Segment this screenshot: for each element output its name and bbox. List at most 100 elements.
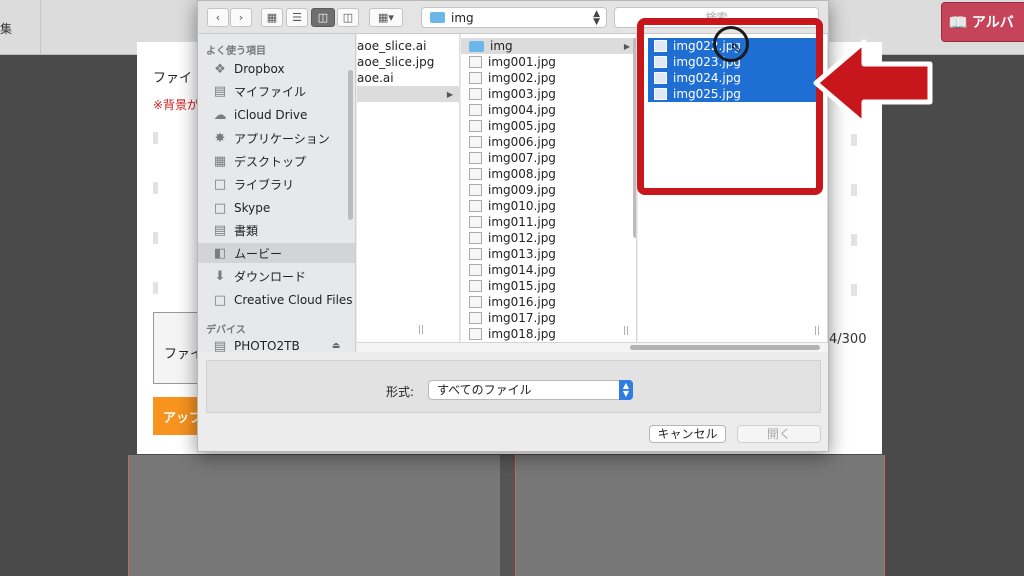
sidebar-item-dropbox[interactable]: ❖ Dropbox [212, 59, 285, 79]
coverflow-view-button[interactable]: ◫ [337, 8, 359, 27]
columns-icon: ◫ [317, 11, 329, 24]
image-file-icon [469, 216, 482, 228]
path-select[interactable]: img ▲ ▼ [421, 7, 607, 28]
file-row[interactable]: img011.jpg [461, 214, 636, 230]
folder-icon: □ [213, 200, 227, 216]
file-name: img016.jpg [488, 295, 556, 309]
frame-dash [851, 284, 857, 296]
path-label: img [451, 10, 474, 25]
sidebar-scrollbar[interactable] [348, 70, 353, 220]
sidebar-item-photo2tb[interactable]: ▤ PHOTO2TB ⏏ [212, 336, 341, 353]
image-file-icon [469, 200, 482, 212]
file-name: aoe_slice.jpg [357, 55, 435, 69]
sidebar-item-skype[interactable]: □ Skype [212, 198, 270, 218]
file-row[interactable]: img009.jpg [461, 182, 636, 198]
image-file-icon [469, 184, 482, 196]
chevron-right-icon: ▶ [623, 41, 630, 51]
image-file-icon [469, 168, 482, 180]
modal-warning: ※背景が [153, 98, 200, 112]
sidebar-item-label: ダウンロード [234, 269, 307, 284]
file-row[interactable]: img004.jpg [461, 102, 636, 118]
folder-row-img[interactable]: img ▶ [461, 38, 636, 54]
image-file-icon [469, 72, 482, 84]
sidebar-item-desktop[interactable]: ▦ デスクトップ [212, 151, 306, 171]
file-name: img003.jpg [488, 87, 556, 101]
favorites-header: よく使う項目 [206, 46, 266, 57]
updown-icon: ▲ ▼ [619, 380, 633, 400]
file-row[interactable]: img012.jpg [461, 230, 636, 246]
file-row[interactable]: img008.jpg [461, 166, 636, 182]
back-button[interactable]: ‹ [207, 8, 229, 27]
red-arrow-icon [813, 39, 933, 127]
drive-icon: ▤ [213, 338, 227, 353]
header-corner-text: 集 [0, 22, 13, 36]
file-row[interactable]: img001.jpg [461, 54, 636, 70]
sidebar-item-label: Skype [234, 201, 271, 215]
chevron-left-icon: ‹ [215, 11, 221, 24]
movies-icon: ◧ [213, 245, 227, 261]
sidebar-item-label: Dropbox [234, 62, 285, 76]
image-file-icon [469, 56, 482, 68]
file-row[interactable]: img003.jpg [461, 86, 636, 102]
list-item[interactable]: aoe_slice.jpg [357, 54, 459, 70]
file-row[interactable]: img007.jpg [461, 150, 636, 166]
applications-icon: ✸ [214, 130, 226, 146]
list-item-selected-folder[interactable]: ▶ [357, 86, 459, 102]
cancel-button[interactable]: キャンセル [649, 425, 726, 443]
file-row[interactable]: img016.jpg [461, 294, 636, 310]
forward-button[interactable]: › [230, 8, 252, 27]
file-row[interactable]: img005.jpg [461, 118, 636, 134]
column-view-button[interactable]: ◫ [311, 8, 335, 27]
file-name: img014.jpg [488, 263, 556, 277]
folder-icon: □ [213, 292, 227, 308]
image-file-icon [469, 136, 482, 148]
file-row[interactable]: img002.jpg [461, 70, 636, 86]
sidebar-item-downloads[interactable]: ⬇ ダウンロード [212, 266, 306, 286]
sidebar-item-documents[interactable]: ▤ 書類 [212, 220, 258, 240]
list-item[interactable]: aoe_slice.ai [357, 38, 459, 54]
sidebar-item-creative-cloud[interactable]: □ Creative Cloud Files [212, 290, 353, 310]
file-name: img012.jpg [488, 231, 556, 245]
file-name: aoe.ai [357, 71, 394, 85]
format-select[interactable]: すべてのファイル ▲ ▼ [428, 380, 633, 400]
book-icon: 📖 [948, 12, 968, 32]
sidebar-item-icloud[interactable]: ☁ iCloud Drive [212, 105, 308, 125]
list-item[interactable]: aoe.ai [357, 70, 459, 86]
image-file-icon [469, 104, 482, 116]
file-row[interactable]: img014.jpg [461, 262, 636, 278]
frame-dash [153, 182, 165, 194]
browser-column-1: aoe_slice.ai aoe_slice.jpg aoe.ai ▶ [357, 34, 460, 342]
sidebar: よく使う項目 ❖ Dropbox ▤ マイファイル ☁ iCloud Drive ✸ ア… [198, 34, 356, 352]
sidebar-item-movies[interactable]: ◧ ムービー [198, 243, 355, 263]
frame-dash [153, 232, 165, 244]
sidebar-item-label: デスクトップ [234, 154, 307, 169]
image-file-icon [469, 88, 482, 100]
file-row[interactable]: img010.jpg [461, 198, 636, 214]
sidebar-item-library[interactable]: □ ライブラリ [212, 174, 294, 194]
eject-icon[interactable]: ⏏ [332, 341, 341, 351]
frame-dash [851, 234, 857, 246]
arrange-button[interactable]: ▦▾ [369, 8, 403, 27]
album-button[interactable]: 📖 アルバ [941, 2, 1024, 42]
horizontal-scroll-track [357, 342, 828, 352]
file-row[interactable]: img018.jpg [461, 326, 636, 342]
list-view-button[interactable]: ☰ [286, 8, 308, 27]
horizontal-scrollbar[interactable] [630, 345, 820, 350]
sidebar-item-myfiles[interactable]: ▤ マイファイル [212, 81, 306, 101]
file-row[interactable]: img015.jpg [461, 278, 636, 294]
file-row[interactable]: img006.jpg [461, 134, 636, 150]
resize-handle-icon[interactable]: || [623, 326, 629, 336]
icon-view-button[interactable]: ▦ [261, 8, 283, 27]
image-file-icon [469, 232, 482, 244]
resize-handle-icon[interactable]: || [814, 326, 820, 336]
folder-icon: □ [213, 176, 227, 192]
file-name: img015.jpg [488, 279, 556, 293]
open-button[interactable]: 開く [737, 425, 821, 443]
sidebar-item-label: 書類 [234, 223, 259, 238]
file-row[interactable]: img013.jpg [461, 246, 636, 262]
sidebar-item-applications[interactable]: ✸ アプリケーション [212, 128, 330, 148]
file-row[interactable]: img017.jpg [461, 310, 636, 326]
sidebar-item-label: iCloud Drive [234, 108, 308, 122]
file-name: img008.jpg [488, 167, 556, 181]
mouse-pointer-icon: ⬁ [730, 40, 742, 56]
